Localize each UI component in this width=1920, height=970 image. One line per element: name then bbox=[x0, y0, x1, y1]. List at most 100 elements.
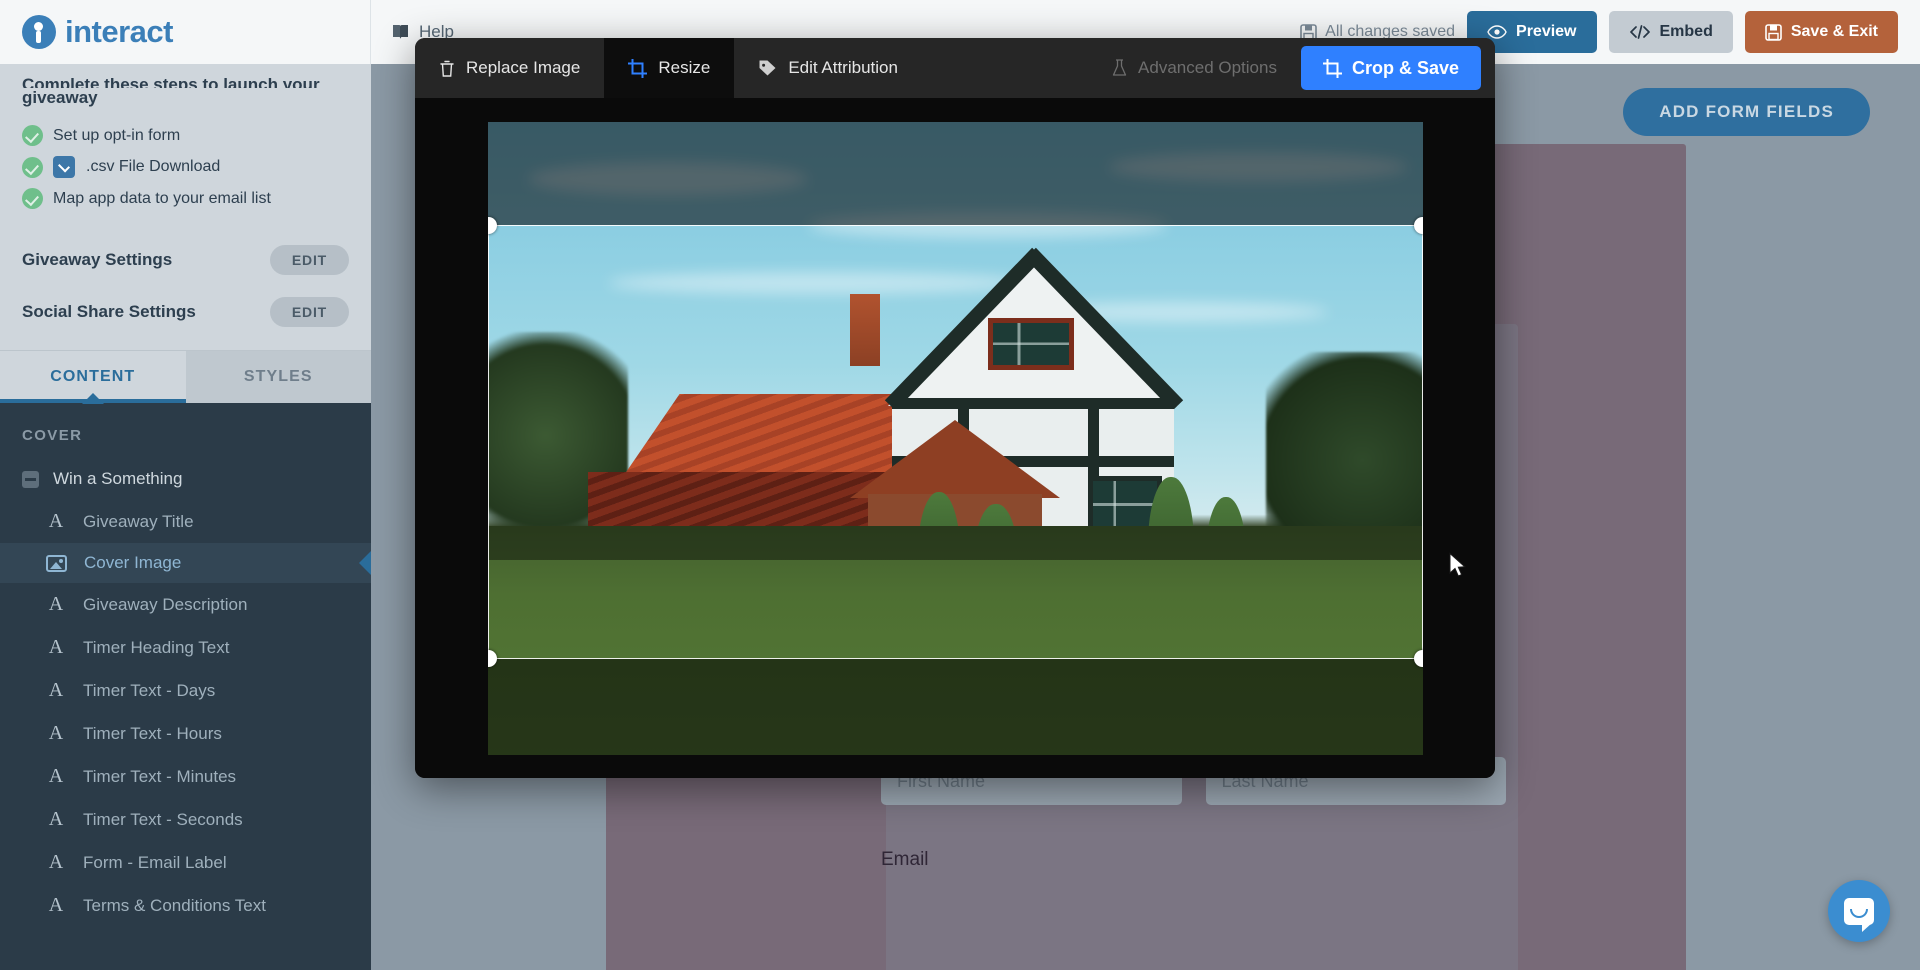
sidebar-item-label: Terms & Conditions Text bbox=[83, 895, 266, 915]
checklist-item[interactable]: Set up opt-in form bbox=[22, 120, 349, 151]
content-group-win-a-something[interactable]: Win a Something bbox=[0, 458, 371, 500]
sidebar-item-timer-text-minutes[interactable]: A Timer Text - Minutes bbox=[0, 755, 371, 798]
add-form-fields-button[interactable]: ADD FORM FIELDS bbox=[1623, 88, 1870, 136]
resize-label: Resize bbox=[658, 58, 711, 77]
sidebar-item-terms-conditions-text[interactable]: A Terms & Conditions Text bbox=[0, 884, 371, 927]
tab-styles[interactable]: STYLES bbox=[185, 351, 371, 403]
modal-toolbar: Replace Image Resize Edit Attribution Ad… bbox=[415, 38, 1495, 98]
sidebar-item-timer-text-days[interactable]: A Timer Text - Days bbox=[0, 669, 371, 712]
sidebar-item-label: Form - Email Label bbox=[83, 852, 227, 872]
sidebar-item-giveaway-title[interactable]: A Giveaway Title bbox=[0, 500, 371, 543]
text-icon: A bbox=[48, 593, 64, 615]
sidebar-item-label: Giveaway Title bbox=[83, 511, 194, 531]
intercom-chat-button[interactable] bbox=[1828, 880, 1890, 942]
sidebar-tabs: CONTENT STYLES bbox=[0, 350, 371, 403]
save-and-exit-label: Save & Exit bbox=[1790, 23, 1878, 40]
dormer-window bbox=[987, 317, 1074, 370]
save-and-exit-button[interactable]: Save & Exit bbox=[1744, 11, 1898, 53]
sidebar-item-timer-text-hours[interactable]: A Timer Text - Hours bbox=[0, 712, 371, 755]
sidebar-item-label: Timer Heading Text bbox=[83, 637, 230, 657]
launch-checklist: Complete these steps to launch your give… bbox=[0, 64, 371, 230]
window-grid bbox=[992, 322, 1069, 365]
sidebar-item-form-email-label[interactable]: A Form - Email Label bbox=[0, 841, 371, 884]
edit-attribution-label: Edit Attribution bbox=[788, 58, 898, 77]
social-share-settings-label: Social Share Settings bbox=[22, 302, 196, 321]
lawn-shadow bbox=[487, 525, 1423, 560]
flask-icon bbox=[1112, 59, 1127, 77]
sidebar-item-timer-text-seconds[interactable]: A Timer Text - Seconds bbox=[0, 798, 371, 841]
collapse-icon[interactable] bbox=[22, 470, 39, 488]
check-circle-icon bbox=[22, 188, 43, 209]
brand-name: interact bbox=[65, 14, 173, 49]
chat-bubble-icon bbox=[1844, 897, 1874, 932]
cloud-shape bbox=[807, 211, 1168, 238]
book-icon bbox=[391, 23, 410, 41]
edit-social-share-settings-button[interactable]: EDIT bbox=[269, 297, 349, 327]
embed-label: Embed bbox=[1659, 23, 1713, 40]
front-lawn bbox=[487, 525, 1423, 755]
left-sidebar: Complete these steps to launch your give… bbox=[0, 64, 371, 970]
resize-button[interactable]: Resize bbox=[604, 38, 735, 98]
house-structure bbox=[587, 242, 1348, 650]
sidebar-item-cover-image[interactable]: Cover Image bbox=[0, 543, 371, 583]
image-crop-modal: Replace Image Resize Edit Attribution Ad… bbox=[415, 38, 1495, 778]
edit-giveaway-settings-button[interactable]: EDIT bbox=[269, 245, 349, 275]
text-icon: A bbox=[48, 851, 64, 873]
trash-icon bbox=[439, 59, 455, 78]
cover-image-photo bbox=[487, 121, 1423, 755]
crop-stage bbox=[415, 98, 1495, 778]
giveaway-settings-label: Giveaway Settings bbox=[22, 250, 173, 269]
tab-content[interactable]: CONTENT bbox=[0, 351, 186, 403]
text-icon: A bbox=[48, 808, 64, 830]
eye-icon bbox=[1487, 25, 1507, 39]
crop-and-save-button[interactable]: Crop & Save bbox=[1300, 46, 1481, 90]
sidebar-item-label: Timer Text - Minutes bbox=[83, 766, 237, 786]
sidebar-item-label: Giveaway Description bbox=[83, 594, 248, 614]
crop-and-save-label: Crop & Save bbox=[1351, 57, 1459, 78]
text-icon: A bbox=[48, 722, 64, 744]
app-root: interact Help All changes saved Preview … bbox=[0, 0, 1920, 970]
email-label: Email bbox=[881, 849, 929, 870]
sidebar-item-label: Cover Image bbox=[84, 553, 182, 572]
checklist-item-label: Map app data to your email list bbox=[53, 189, 271, 207]
checklist-item[interactable]: .csv File Download bbox=[22, 151, 349, 183]
text-icon: A bbox=[48, 636, 64, 658]
sidebar-item-giveaway-description[interactable]: A Giveaway Description bbox=[0, 583, 371, 626]
text-icon: A bbox=[48, 510, 64, 532]
sidebar-item-label: Timer Text - Hours bbox=[83, 723, 222, 743]
content-tree: COVER Win a Something A Giveaway Title C… bbox=[0, 403, 371, 970]
edit-attribution-button[interactable]: Edit Attribution bbox=[734, 38, 922, 98]
image-icon bbox=[46, 554, 67, 572]
text-icon: A bbox=[48, 894, 64, 916]
checklist-item-label: .csv File Download bbox=[86, 158, 221, 175]
replace-image-button[interactable]: Replace Image bbox=[415, 38, 604, 98]
cloud-shape bbox=[1107, 151, 1408, 182]
crop-icon bbox=[1322, 58, 1342, 78]
csv-checkbox-icon[interactable] bbox=[53, 156, 75, 178]
crop-photo-frame[interactable] bbox=[487, 121, 1423, 755]
modal-toolbar-spacer bbox=[922, 38, 1088, 98]
giveaway-settings-row: Giveaway Settings EDIT bbox=[22, 234, 349, 286]
cloud-shape bbox=[527, 161, 808, 196]
settings-section: Giveaway Settings EDIT Social Share Sett… bbox=[0, 230, 371, 350]
sidebar-item-timer-heading-text[interactable]: A Timer Heading Text bbox=[0, 626, 371, 669]
replace-image-label: Replace Image bbox=[466, 58, 581, 77]
floppy-disk-icon bbox=[1765, 23, 1782, 41]
timber-beam bbox=[891, 397, 1174, 409]
sidebar-item-label: Timer Text - Seconds bbox=[83, 809, 243, 829]
advanced-options-label: Advanced Options bbox=[1138, 58, 1277, 77]
check-circle-icon bbox=[22, 125, 43, 146]
brand-logo[interactable]: interact bbox=[0, 0, 371, 64]
content-group-label: Win a Something bbox=[53, 469, 183, 488]
text-icon: A bbox=[48, 679, 64, 701]
preview-label: Preview bbox=[1516, 23, 1577, 40]
checklist-item[interactable]: Map app data to your email list bbox=[22, 183, 349, 214]
advanced-options-button: Advanced Options bbox=[1088, 38, 1301, 98]
embed-button[interactable]: Embed bbox=[1608, 11, 1733, 53]
checklist-heading: giveaway bbox=[22, 88, 98, 107]
interact-logo-icon bbox=[22, 15, 56, 49]
social-share-settings-row: Social Share Settings EDIT bbox=[22, 286, 349, 338]
check-circle-icon bbox=[22, 156, 43, 178]
chimney bbox=[849, 293, 880, 366]
section-header-cover: COVER bbox=[22, 427, 83, 444]
